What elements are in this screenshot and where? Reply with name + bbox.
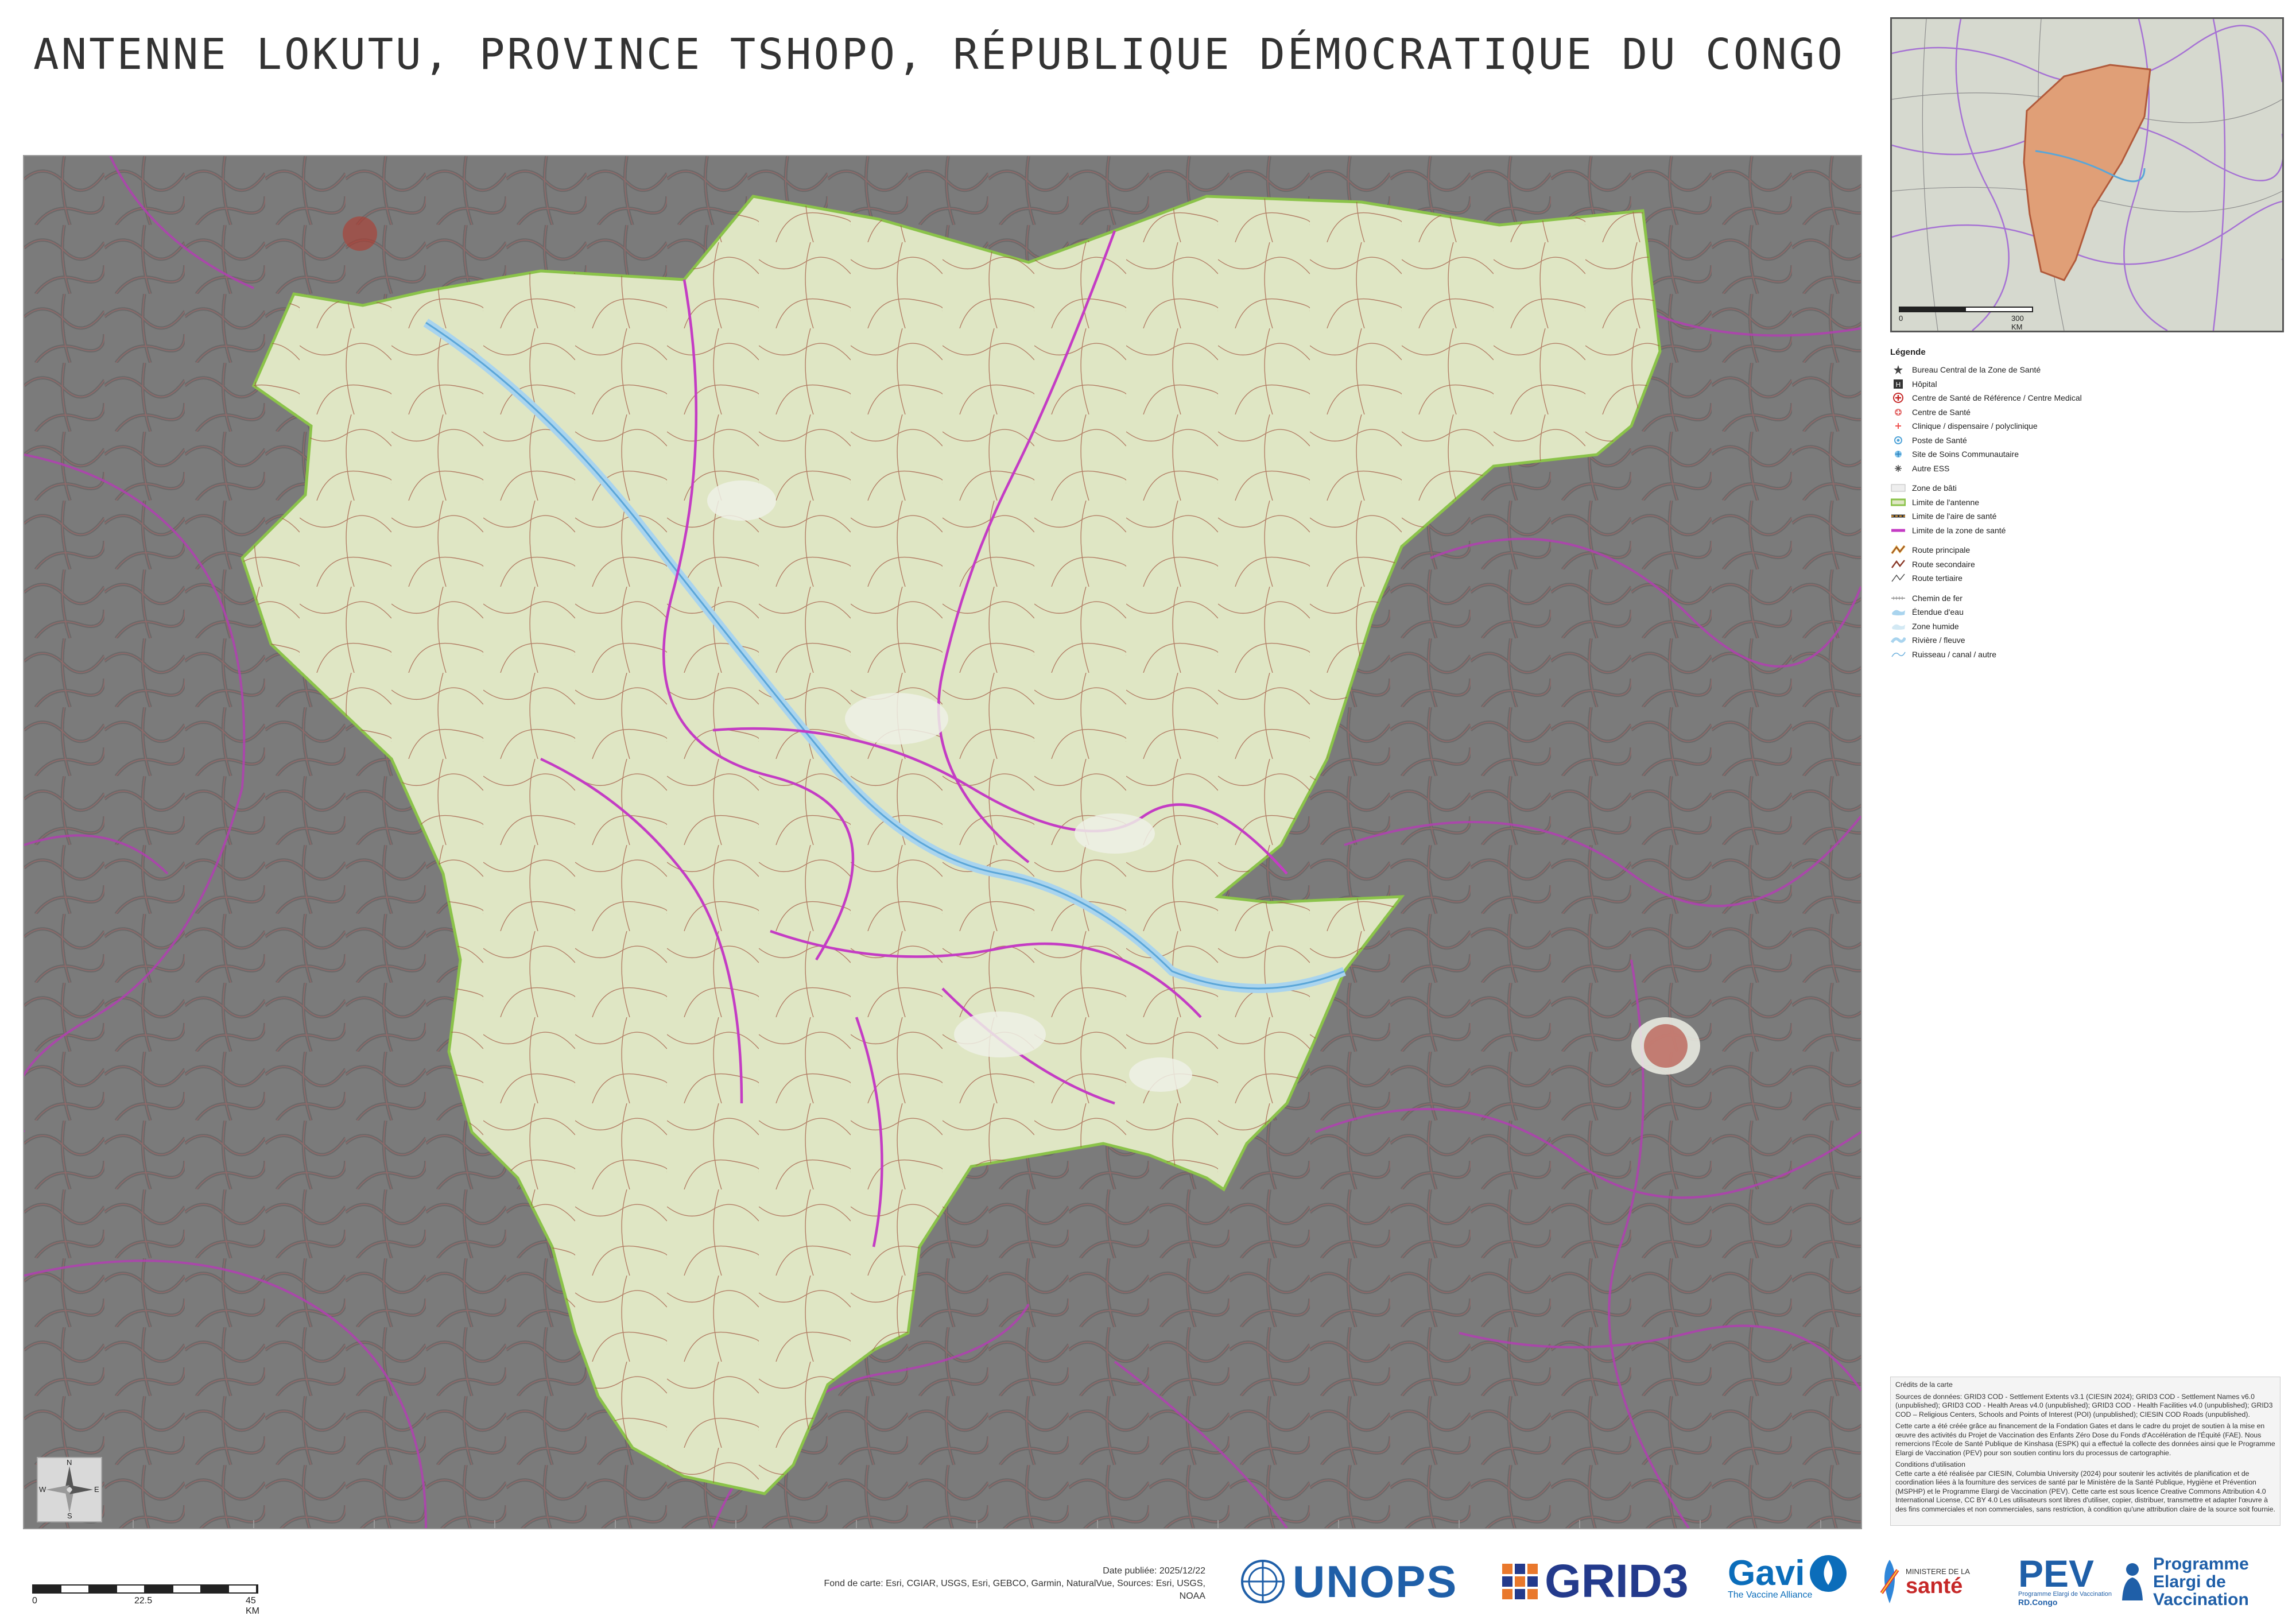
scale-bar: 0 22.5 45 KM <box>32 1584 262 1616</box>
tertiary-road-icon <box>1890 573 1906 583</box>
legend-item-wetland: Zone humide <box>1890 619 2281 634</box>
legend: Légende Bureau Central de la Zone de San… <box>1890 347 2281 661</box>
legend-item-tertiary-road: Route tertiaire <box>1890 571 2281 586</box>
legend-item-bcz: Bureau Central de la Zone de Santé <box>1890 363 2281 377</box>
north-arrow: N S E W <box>37 1457 102 1522</box>
date-and-basemap-note: Date publiée: 2025/12/22 Fond de carte: … <box>804 1565 1206 1603</box>
un-emblem-icon <box>1241 1560 1285 1603</box>
legend-heading: Légende <box>1890 347 1926 357</box>
primary-road-icon <box>1890 545 1906 555</box>
gavi-drop-icon <box>1810 1555 1847 1592</box>
basemap-credit: Fond de carte: Esri, CGIAR, USGS, Esri, … <box>824 1579 1206 1601</box>
ministry-health-logo: MINISTERE DE LA santé <box>1878 1553 1970 1610</box>
secondary-road-icon <box>1890 559 1906 569</box>
inset-canvas <box>1892 19 2282 331</box>
credits-heading: Crédits de la carte <box>1895 1381 1953 1389</box>
health-zone-boundary-icon <box>1890 525 1906 536</box>
credits-sources: Sources de données: GRID3 COD - Settleme… <box>1895 1392 2273 1418</box>
builtup-icon <box>1890 483 1906 493</box>
outside-town <box>1644 1024 1688 1068</box>
map-canvas <box>24 156 1861 1528</box>
legend-item-stream: Ruisseau / canal / autre <box>1890 648 2281 662</box>
east-label: E <box>94 1485 99 1494</box>
legend-item-health-post: Poste de Santé <box>1890 433 2281 448</box>
antenna-boundary-icon <box>1890 497 1906 507</box>
inset-scale-bar: 0 300 KM <box>1899 307 2033 331</box>
south-label: S <box>67 1511 72 1520</box>
legend-item-other-ess: Autre ESS <box>1890 462 2281 476</box>
legend-item-health-zone-boundary: Limite de la zone de santé <box>1890 524 2281 538</box>
legend-item-water-body: Étendue d'eau <box>1890 605 2281 619</box>
legend-item-river: Rivière / fleuve <box>1890 633 2281 648</box>
bcz-icon <box>1890 365 1906 375</box>
water-body-icon <box>1890 607 1906 617</box>
hospital-icon: H <box>1890 379 1906 389</box>
conditions-text: Cette carte a été réalisée par CIESIN, C… <box>1895 1469 2275 1513</box>
main-map[interactable]: N S E W <box>23 155 1862 1529</box>
railway-icon <box>1890 593 1906 603</box>
outside-town-north <box>343 216 377 251</box>
legend-item-health-center: Centre de Santé <box>1890 405 2281 420</box>
legend-item-antenna-boundary: Limite de l'antenne <box>1890 495 2281 510</box>
health-area-boundary-icon <box>1890 511 1906 521</box>
community-site-icon <box>1890 449 1906 459</box>
legend-item-builtup: Zone de bâti <box>1890 481 2281 495</box>
inset-scale-end: 300 KM <box>2011 314 2024 331</box>
grid3-logo: GRID3 <box>1501 1553 1689 1610</box>
stream-icon <box>1890 649 1906 660</box>
conditions-heading: Conditions d'utilisation <box>1895 1460 1965 1468</box>
inset-scale-start: 0 <box>1899 314 1903 323</box>
legend-item-clinic: Clinique / dispensaire / polyclinique <box>1890 419 2281 433</box>
scale-tick-2: 45 KM <box>246 1596 259 1616</box>
clinic-icon <box>1890 421 1906 431</box>
credits-box: Crédits de la carte Sources de données: … <box>1890 1377 2281 1526</box>
legend-item-health-area-boundary: Limite de l'aire de santé <box>1890 509 2281 524</box>
scale-tick-1: 22.5 <box>134 1596 153 1606</box>
credits-funding: Cette carte a été créée grâce au finance… <box>1895 1422 2275 1457</box>
date-published: Date publiée: 2025/12/22 <box>1103 1566 1205 1576</box>
drc-flag-icon <box>1880 1560 1899 1603</box>
svg-text:H: H <box>1896 381 1901 389</box>
vaccine-child-icon <box>2122 1563 2143 1600</box>
map-title: ANTENNE LOKUTU, PROVINCE TSHOPO, RÉPUBLI… <box>33 30 1845 79</box>
csr-icon <box>1890 393 1906 404</box>
gavi-logo: Gavi The Vaccine Alliance <box>1728 1553 1848 1610</box>
legend-item-railway: Chemin de fer <box>1890 591 2281 606</box>
grid3-mark-icon <box>1502 1564 1538 1599</box>
legend-item-secondary-road: Route secondaire <box>1890 557 2281 572</box>
unops-logo: UNOPS <box>1240 1553 1457 1610</box>
pev-logo: PEV Programme Elargi de Vaccination RD.C… <box>2018 1552 2249 1609</box>
other-ess-icon <box>1890 463 1906 474</box>
legend-item-community-site: Site de Soins Communautaire <box>1890 447 2281 462</box>
scale-tick-0: 0 <box>32 1596 37 1606</box>
inset-locator-map[interactable]: 0 300 KM <box>1890 17 2284 332</box>
legend-item-hospital: H Hôpital <box>1890 377 2281 392</box>
north-label: N <box>67 1458 72 1467</box>
health-center-icon <box>1890 407 1906 417</box>
west-label: W <box>39 1485 46 1494</box>
wetland-icon <box>1890 621 1906 631</box>
legend-item-csr: Centre de Santé de Référence / Centre Me… <box>1890 391 2281 405</box>
legend-item-primary-road: Route principale <box>1890 543 2281 557</box>
river-icon <box>1890 635 1906 645</box>
health-post-icon <box>1890 435 1906 445</box>
